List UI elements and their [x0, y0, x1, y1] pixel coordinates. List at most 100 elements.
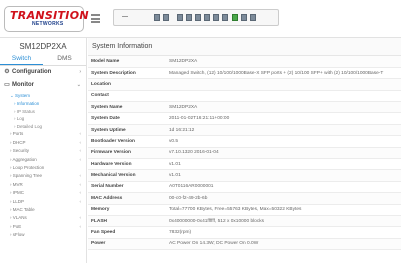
- chevron-left-icon: ‹: [79, 173, 82, 179]
- info-value: Total=77700 KBytes, Free=55763 KBytes, M…: [166, 204, 401, 216]
- info-key: Bootloader Version: [88, 135, 166, 148]
- menu-monitor-label: Monitor: [12, 82, 34, 88]
- info-key: Model Name: [88, 56, 166, 68]
- port-icon[interactable]: [250, 14, 256, 21]
- table-row: Firmware Version v7.10.1320 2016-01-04: [88, 147, 401, 160]
- chevron-right-icon: ›: [79, 69, 81, 75]
- sidebar-item-label: Loop Protection: [12, 164, 45, 170]
- logo-subtext: NETWORKS: [32, 21, 64, 27]
- info-key: Serial Number: [88, 181, 166, 194]
- menu-configuration-label: Configuration: [12, 69, 52, 75]
- port-icon[interactable]: [241, 14, 247, 21]
- sidebar-item-vlans[interactable]: › VLANs ‹: [0, 214, 86, 222]
- info-key: Memory: [88, 204, 166, 216]
- monitor-icon: ▭: [4, 82, 10, 88]
- port-icon[interactable]: [186, 14, 192, 21]
- info-key: Firmware Version: [88, 147, 166, 160]
- info-value: 2011-01-02T16:21:11+00:00: [166, 112, 401, 125]
- port-icon[interactable]: [195, 14, 201, 21]
- sidebar-item-label: Ports: [12, 131, 24, 137]
- info-value: 7832(rpm): [166, 226, 401, 239]
- sidebar-item-label: IP Status: [16, 108, 35, 114]
- sidebar-item-log[interactable]: › Log: [0, 115, 86, 123]
- sidebar-item-label: Log: [16, 116, 25, 122]
- sidebar-item-information[interactable]: › Information: [0, 100, 86, 108]
- switch-port-panel[interactable]: [113, 9, 279, 26]
- menu-configuration[interactable]: ⚙ Configuration ›: [0, 66, 86, 79]
- info-key: MAC Address: [88, 192, 166, 205]
- port-icon[interactable]: [213, 14, 219, 21]
- sidebar-item-mvr[interactable]: › MVR ‹: [0, 181, 86, 189]
- sidebar-item-lldp[interactable]: › LLDP ‹: [0, 198, 86, 206]
- sidebar-item-ipmc[interactable]: › IPMC ‹: [0, 189, 86, 197]
- port-icon[interactable]: [163, 14, 169, 21]
- info-value: [166, 90, 401, 103]
- sidebar-tabs: Switch DMS: [0, 52, 86, 66]
- chevron-left-icon: ‹: [79, 190, 82, 196]
- table-row: System Description Managed Switch, (12) 1…: [88, 67, 401, 80]
- table-row: Contact: [88, 90, 401, 103]
- info-value: [166, 78, 401, 91]
- info-value: v7.10.1320 2016-01-04: [166, 147, 401, 160]
- port-icon[interactable]: [222, 14, 228, 21]
- chevron-left-icon: ‹: [79, 215, 82, 221]
- sidebar-item-ports[interactable]: › Ports ‹: [0, 130, 86, 138]
- sidebar-item-mac-table[interactable]: › MAC Table: [0, 206, 86, 214]
- table-row: FLASH 0x40000000-0x41ffffff, 512 x 0x1000…: [88, 215, 401, 228]
- sidebar-item-ip-status[interactable]: › IP Status: [0, 108, 86, 116]
- port-icon[interactable]: [204, 14, 210, 21]
- panel-mark: [122, 16, 128, 17]
- sidebar-item-spanning-tree[interactable]: › Spanning Tree ‹: [0, 172, 86, 180]
- info-key: Mechanical Version: [88, 169, 166, 182]
- sidebar-item-label: MAC Table: [12, 206, 35, 212]
- info-key: System Uptime: [88, 124, 166, 137]
- sidebar-item-poe[interactable]: › PoE ‹: [0, 223, 86, 231]
- info-key: Fan Speed: [88, 226, 166, 239]
- table-row: Power AC Power On 14.3W; DC Power On 0.0W: [88, 238, 401, 251]
- chevron-left-icon: ‹: [79, 198, 82, 204]
- info-value: SM12DP2XA: [166, 56, 401, 68]
- sidebar-item-label: Information: [16, 101, 40, 107]
- menu-system[interactable]: ⌄ System: [0, 92, 86, 100]
- sidebar-item-loop-protection[interactable]: › Loop Protection: [0, 164, 86, 172]
- sidebar-item-label: IPMC: [12, 190, 24, 196]
- info-value: AC Power On 14.3W; DC Power On 0.0W: [166, 238, 401, 251]
- chevron-left-icon: ‹: [79, 131, 82, 137]
- page-title: System Information: [88, 38, 401, 56]
- sidebar-item-label: PoE: [12, 223, 22, 229]
- chevron-left-icon: ‹: [79, 156, 82, 162]
- tab-dms[interactable]: DMS: [43, 52, 86, 65]
- table-row: Location: [88, 78, 401, 91]
- brand-logo[interactable]: TRANSITION NETWORKS: [4, 6, 89, 32]
- sidebar-item-detailed-log[interactable]: › Detailed Log: [0, 123, 86, 131]
- sidebar-item-sflow[interactable]: › sFlow: [0, 231, 86, 239]
- sidebar-item-label: DHCP: [12, 139, 26, 145]
- menu-monitor[interactable]: ▭ Monitor ⌄: [0, 79, 86, 92]
- port-icon[interactable]: [154, 14, 160, 21]
- menu-toggle-icon[interactable]: [91, 14, 100, 23]
- sidebar-item-aggregation[interactable]: › Aggregation ‹: [0, 156, 86, 164]
- sidebar-item-label: MVR: [12, 181, 23, 187]
- table-row: System Date 2011-01-02T16:21:11+00:00: [88, 112, 401, 125]
- tab-switch[interactable]: Switch: [0, 52, 43, 65]
- table-row: Serial Number A0T0116AR0000001: [88, 181, 401, 194]
- port-icon[interactable]: [177, 14, 183, 21]
- sidebar: SM12DP2XA Switch DMS ⚙ Configuration › ▭ M…: [0, 38, 87, 263]
- device-name: SM12DP2XA: [19, 42, 67, 51]
- port-link-up-icon[interactable]: [232, 14, 238, 21]
- table-row: Hardware Version v1.01: [88, 158, 401, 171]
- chevron-left-icon: ‹: [79, 223, 82, 229]
- table-row: Bootloader Version v0.5: [88, 135, 401, 148]
- chevron-left-icon: ‹: [79, 139, 82, 145]
- info-value: v1.01: [166, 169, 401, 182]
- sidebar-item-label: LLDP: [12, 198, 25, 204]
- info-key: System Date: [88, 112, 166, 125]
- table-row: Model Name SM12DP2XA: [88, 56, 401, 68]
- info-key: Hardware Version: [88, 158, 166, 171]
- table-row: Fan Speed 7832(rpm): [88, 226, 401, 239]
- sidebar-item-dhcp[interactable]: › DHCP ‹: [0, 139, 86, 147]
- sidebar-item-security[interactable]: › Security ‹: [0, 147, 86, 155]
- info-key: FLASH: [88, 215, 166, 228]
- info-key: System Description: [88, 67, 166, 80]
- info-value: SM12DP2XA: [166, 101, 401, 114]
